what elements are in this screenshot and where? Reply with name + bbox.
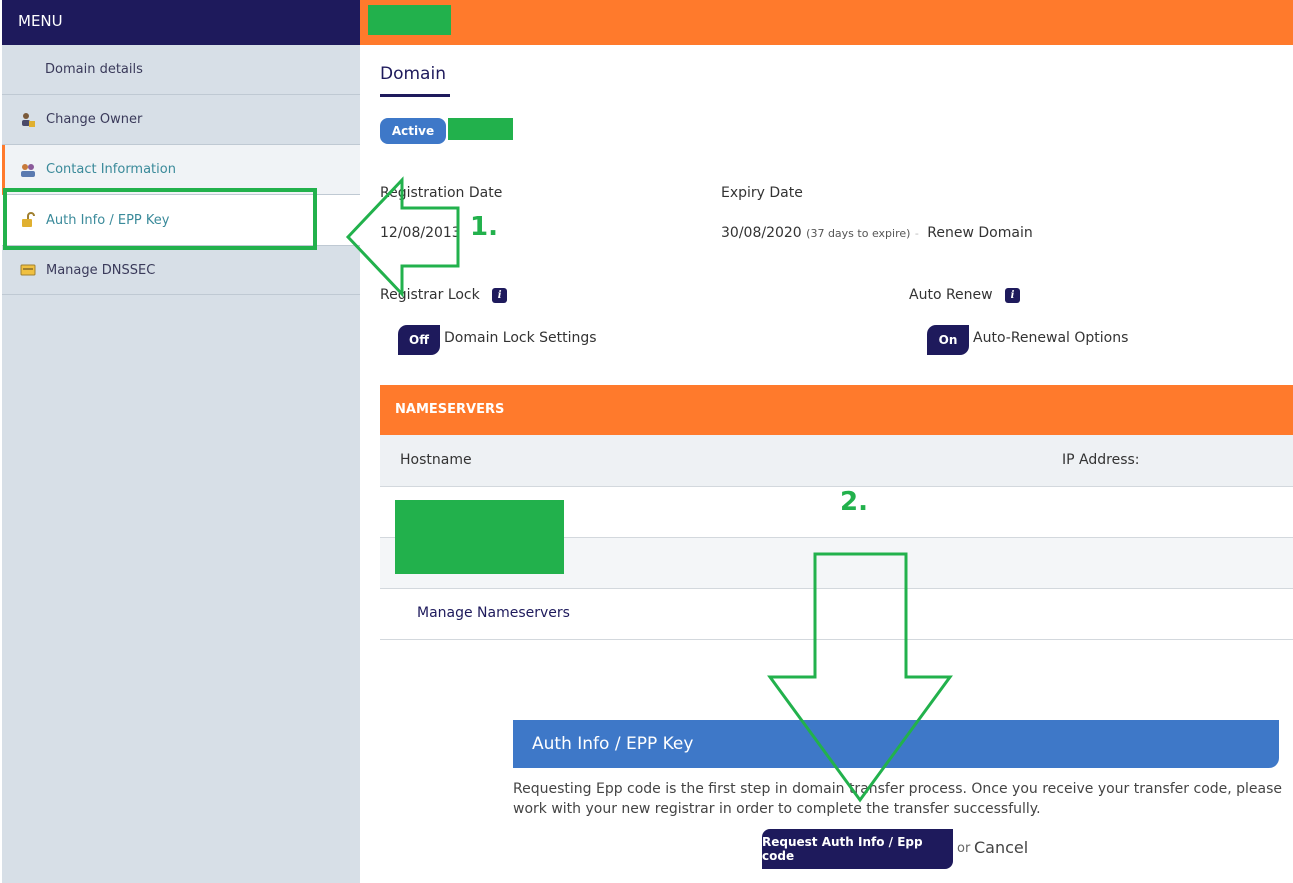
sidebar-item-label: Domain details xyxy=(45,62,143,77)
tab-underline xyxy=(380,94,450,97)
manage-nameservers-link[interactable]: Manage Nameservers xyxy=(417,605,570,621)
menu-title: MENU xyxy=(2,0,360,45)
auth-panel-title: Auth Info / EPP Key xyxy=(513,720,1279,768)
days-to-expire: (37 days to expire) xyxy=(806,227,911,240)
renew-domain-link[interactable]: Renew Domain xyxy=(927,225,1032,241)
owner-icon xyxy=(20,112,36,128)
registrar-lock-label: Registrar Lock xyxy=(380,287,480,303)
top-bar xyxy=(360,0,1293,45)
sidebar: MENU Domain details Change Owner Contact… xyxy=(2,0,360,883)
redaction-block xyxy=(395,500,564,574)
auth-panel-description: Requesting Epp code is the first step in… xyxy=(513,781,1283,817)
or-text: or xyxy=(957,841,971,856)
step-2-label: 2. xyxy=(840,487,868,517)
auto-renew-toggle[interactable]: On xyxy=(927,325,969,355)
dnssec-card-icon xyxy=(20,262,36,278)
expiry-date-row: 30/08/2020 (37 days to expire) - Renew D… xyxy=(721,225,1033,241)
sidebar-item-label: Auth Info / EPP Key xyxy=(46,212,170,228)
step-1-label: 1. xyxy=(470,212,498,242)
contacts-icon xyxy=(20,162,36,178)
sidebar-item-contact-information[interactable]: Contact Information xyxy=(2,145,360,195)
sidebar-item-manage-dnssec[interactable]: Manage DNSSEC xyxy=(2,245,360,295)
registration-date-label: Registration Date xyxy=(380,185,503,201)
nameservers-column-headers: Hostname IP Address: xyxy=(380,435,1293,487)
auto-renew-row: Auto Renew i xyxy=(909,287,1021,303)
separator: - xyxy=(914,227,919,240)
sidebar-item-domain-details[interactable]: Domain details xyxy=(2,45,360,95)
lock-icon xyxy=(20,212,36,228)
cancel-link[interactable]: Cancel xyxy=(974,838,1028,857)
redaction-block xyxy=(368,5,451,35)
sidebar-item-label: Change Owner xyxy=(46,112,143,127)
redaction-block xyxy=(448,118,513,140)
registration-date-value: 12/08/2013 xyxy=(380,225,461,241)
sidebar-item-auth-info[interactable]: Auth Info / EPP Key xyxy=(2,195,360,245)
nameservers-header: NAMESERVERS xyxy=(380,385,1293,435)
sidebar-item-label: Manage DNSSEC xyxy=(46,262,156,278)
tab-domain[interactable]: Domain xyxy=(380,64,446,84)
page: MENU Domain details Change Owner Contact… xyxy=(0,0,1293,883)
registrar-lock-row: Registrar Lock i xyxy=(380,287,508,303)
expiry-date-value: 30/08/2020 xyxy=(721,225,802,241)
request-auth-code-button[interactable]: Request Auth Info / Epp code xyxy=(762,829,953,869)
sidebar-item-change-owner[interactable]: Change Owner xyxy=(2,95,360,145)
auto-renewal-options-link[interactable]: Auto-Renewal Options xyxy=(973,330,1128,346)
manage-nameservers-row: Manage Nameservers xyxy=(380,589,1293,640)
info-icon[interactable]: i xyxy=(492,287,508,303)
ip-address-column: IP Address: xyxy=(1062,452,1140,468)
hostname-column: Hostname xyxy=(400,452,472,468)
sidebar-item-label: Contact Information xyxy=(46,162,176,177)
domain-lock-settings-link[interactable]: Domain Lock Settings xyxy=(444,330,597,346)
auto-renew-label: Auto Renew xyxy=(909,287,993,303)
info-icon[interactable]: i xyxy=(1005,287,1021,303)
expiry-date-label: Expiry Date xyxy=(721,185,803,201)
status-badge: Active xyxy=(380,118,446,144)
registrar-lock-toggle[interactable]: Off xyxy=(398,325,440,355)
